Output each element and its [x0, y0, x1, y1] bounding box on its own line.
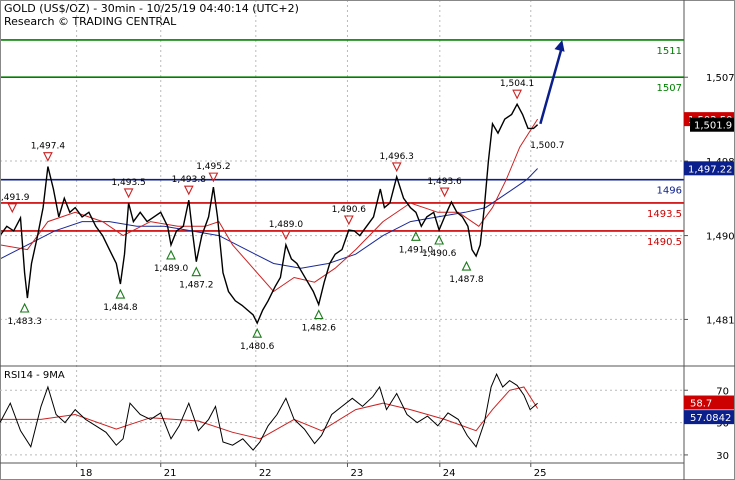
level-label-resistance: 1507: [657, 83, 682, 94]
rsi-tick-label: 30: [716, 451, 729, 462]
time-tick-label: 23: [350, 468, 363, 479]
moving-average-fast-line: [0, 118, 539, 293]
swing-low-marker: [410, 231, 421, 241]
chart-border: [0, 0, 735, 480]
swing-low-label: 1,483.3: [7, 317, 41, 327]
swing-low-marker: [434, 234, 445, 245]
rsi-ma-line: [0, 386, 539, 440]
swing-high-label: 1,489.0: [269, 220, 304, 230]
swing-high-label: 1,495.2: [196, 162, 230, 172]
swing-high-label: 1,493.8: [172, 175, 207, 185]
swing-low-marker: [19, 302, 30, 313]
swing-low-marker: [461, 260, 472, 271]
rsi-panel-title: RSI14 - 9MA: [4, 370, 65, 381]
price-tag-label-dark: 1,501.9: [694, 121, 732, 132]
level-label-resistance: 1511: [657, 46, 682, 57]
price-tick-label: 1,507: [706, 73, 735, 84]
rsi-tag-label-blue: 57.0842: [690, 413, 731, 424]
swing-high-label: 1,490.6: [332, 205, 367, 215]
time-tick-label: 21: [164, 468, 177, 479]
level-label-support: 1493.5: [647, 209, 682, 220]
projection-arrow-head: [554, 39, 565, 52]
price-annotation-label: 1,500.7: [530, 141, 564, 151]
swing-high-marker: [439, 187, 450, 198]
swing-low-label: 1,480.6: [240, 342, 275, 352]
swing-low-marker: [166, 249, 176, 260]
level-label-pivot: 1496: [657, 186, 682, 197]
swing-low-marker: [252, 327, 263, 338]
swing-low-label: 1,487.2: [179, 281, 213, 291]
swing-high-marker: [183, 185, 194, 196]
swing-low-marker: [191, 266, 202, 277]
swing-high-label: 1,504.1: [500, 79, 534, 89]
swing-low-marker: [313, 309, 324, 320]
price-tick-label: 1,481: [706, 315, 735, 326]
price-tag-label-blue: 1,497.22: [688, 164, 733, 175]
time-tick-label: 25: [534, 468, 547, 479]
swing-high-label: 1,493.6: [427, 177, 462, 187]
price-tick-label: 1,490: [706, 232, 735, 243]
swing-low-label: 1,490.6: [422, 249, 457, 259]
rsi-line: [0, 372, 538, 451]
swing-high-marker: [123, 188, 134, 199]
swing-low-label: 1,489.0: [154, 264, 189, 274]
time-tick-label: 24: [443, 468, 456, 479]
time-tick-label: 18: [80, 468, 93, 479]
swing-high-marker: [42, 152, 53, 162]
time-tick-label: 22: [259, 468, 272, 479]
level-label-support: 1490.5: [647, 237, 682, 248]
swing-high-label: 1,493.5: [111, 178, 145, 188]
swing-low-label: 1,487.8: [449, 275, 484, 285]
swing-high-label: 1,496.3: [380, 152, 414, 162]
rsi-tag-label-red: 58.7: [690, 399, 712, 410]
swing-high-marker: [391, 162, 402, 173]
chart-canvas: 1511 1507 1496 1493.5 1490.5 1,491.9 1,497.4 1…: [0, 0, 735, 480]
swing-high-label: 1,497.4: [31, 142, 66, 152]
swing-high-label: 1,491.9: [0, 193, 30, 203]
swing-high-marker: [512, 89, 522, 100]
swing-high-marker: [7, 203, 18, 214]
swing-high-marker: [281, 230, 291, 241]
projection-arrow-shaft: [539, 45, 564, 125]
swing-low-label: 1,482.6: [302, 324, 337, 334]
swing-low-marker: [115, 288, 126, 299]
swing-high-marker: [343, 215, 354, 226]
swing-low-label: 1,484.8: [103, 303, 138, 313]
